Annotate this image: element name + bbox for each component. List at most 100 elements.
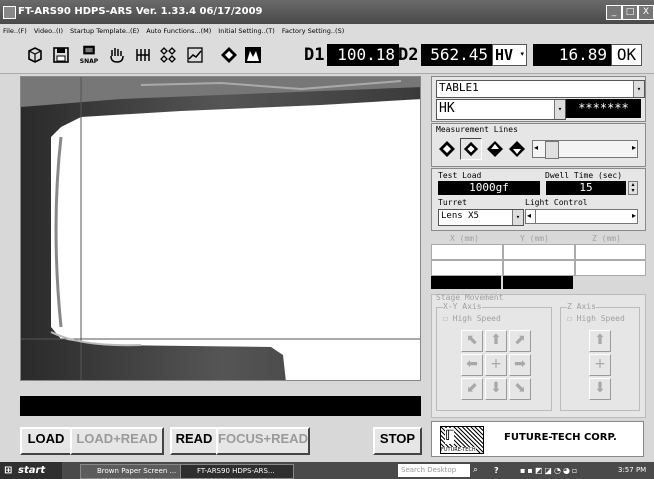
read-button[interactable]: READ bbox=[170, 427, 218, 455]
test-load-label: Test Load bbox=[438, 171, 482, 180]
menu-auto-functions[interactable]: Auto Functions...(M) bbox=[146, 27, 211, 35]
y-coord-field bbox=[503, 244, 575, 260]
diamond-up-icon[interactable] bbox=[486, 140, 504, 158]
load-read-button[interactable]: LOAD+READ bbox=[70, 427, 164, 455]
table-select[interactable]: TABLE1 ▾ bbox=[436, 80, 645, 98]
light-control-label: Light Control bbox=[525, 198, 588, 207]
arrow-right-icon[interactable]: ➡ bbox=[509, 354, 531, 376]
scroll-right-icon[interactable]: ▸ bbox=[632, 211, 636, 220]
d2-label: D2 bbox=[398, 45, 419, 65]
load-button[interactable]: LOAD bbox=[20, 427, 72, 455]
clock: 3:57 PM bbox=[618, 466, 647, 474]
minimize-button[interactable]: _ bbox=[606, 5, 622, 20]
search-icon[interactable]: ⌕ bbox=[473, 462, 478, 479]
menu-initial-setting[interactable]: Initial Setting..(T) bbox=[218, 27, 275, 35]
y-coord-display bbox=[503, 276, 573, 289]
save-icon[interactable] bbox=[50, 44, 72, 66]
camera-view[interactable] bbox=[20, 76, 421, 381]
z-high-speed-checkbox[interactable]: ☐ High Speed bbox=[567, 314, 625, 323]
turret-select[interactable]: Lens X5 ▾ bbox=[438, 209, 524, 226]
tray-icons[interactable]: ▪▪◩◪◔◕▫ bbox=[520, 462, 579, 479]
y-coord-field-2 bbox=[503, 260, 575, 276]
slider-thumb[interactable] bbox=[535, 210, 536, 223]
xy-high-speed-checkbox[interactable]: ☐ High Speed bbox=[443, 314, 501, 323]
menu-video[interactable]: Video..(I) bbox=[34, 27, 63, 35]
hardness-scale-select[interactable]: HK ▾ bbox=[436, 99, 566, 120]
arrow-down-icon[interactable]: ⬇ bbox=[485, 378, 507, 400]
slider-thumb[interactable] bbox=[545, 141, 559, 159]
stage-movement-title: Stage Movement bbox=[436, 293, 504, 302]
ok-indicator: OK bbox=[611, 44, 642, 66]
taskbar: ⊞ start Brown Paper Screen ... FT-ARS90 … bbox=[0, 462, 654, 479]
status-bar bbox=[20, 396, 421, 416]
d2-value: 562.45 bbox=[421, 44, 492, 66]
chevron-down-icon: ▾ bbox=[633, 81, 644, 97]
d1-label: D1 bbox=[304, 45, 325, 65]
taskbar-item-label: Brown Paper Screen ... bbox=[97, 467, 177, 475]
logo-small-text: FUTURE-TECH bbox=[441, 447, 476, 453]
dwell-time-value: 15 bbox=[546, 181, 626, 195]
x-coord-label: X (mm) bbox=[450, 234, 479, 243]
scroll-left-icon[interactable]: ◂ bbox=[534, 143, 538, 152]
help-icon[interactable]: ? bbox=[494, 462, 499, 479]
diamond-line-pressed-icon[interactable] bbox=[460, 138, 482, 160]
snap-icon[interactable]: SNAP bbox=[78, 44, 100, 66]
xy-high-speed-label: High Speed bbox=[452, 314, 501, 323]
arrow-up-left-icon[interactable]: ⬉ bbox=[461, 330, 483, 352]
comb-icon[interactable] bbox=[132, 44, 154, 66]
arrow-left-icon[interactable]: ⬅ bbox=[461, 354, 483, 376]
search-desktop-input[interactable]: Search Desktop bbox=[398, 464, 470, 477]
z-coord-field bbox=[575, 244, 646, 260]
start-label: start bbox=[18, 465, 46, 476]
maximize-button[interactable]: □ bbox=[622, 5, 638, 20]
window-title: FT-ARS90 HDPS-ARS Ver. 1.33.4 06/17/2009 bbox=[18, 6, 263, 17]
z-arrow-down-icon[interactable]: ⬇ bbox=[589, 378, 611, 400]
profile-icon[interactable] bbox=[242, 44, 264, 66]
arrow-up-right-icon[interactable]: ⬈ bbox=[509, 330, 531, 352]
arrow-up-icon[interactable]: ⬆ bbox=[485, 330, 507, 352]
chart-icon[interactable] bbox=[184, 44, 206, 66]
company-name: FUTURE-TECH CORP. bbox=[504, 432, 617, 443]
y-coord-label: Y (mm) bbox=[520, 234, 549, 243]
start-button[interactable]: ⊞ start bbox=[0, 462, 62, 479]
close-button[interactable]: X bbox=[638, 5, 654, 20]
scale-select-value: HV bbox=[495, 46, 514, 64]
open-icon[interactable] bbox=[24, 44, 46, 66]
taskbar-item-label: FT-ARS90 HDPS-ARS... bbox=[197, 467, 275, 475]
menu-startup-template[interactable]: Startup Template..(E) bbox=[70, 27, 139, 35]
chevron-down-icon: ▾ bbox=[554, 100, 565, 119]
hand-icon[interactable] bbox=[106, 44, 128, 66]
chevron-down-icon: ▾ bbox=[512, 210, 523, 225]
stop-button[interactable]: STOP bbox=[373, 427, 422, 455]
scale-select[interactable]: HV ▾ bbox=[492, 44, 527, 66]
table-select-value: TABLE1 bbox=[439, 81, 479, 94]
dwell-time-label: Dwell Time (sec) bbox=[545, 171, 623, 180]
diamond-down-icon[interactable] bbox=[508, 140, 526, 158]
line-slider[interactable]: ◂ ▸ bbox=[532, 140, 638, 159]
menu-file[interactable]: File..(F) bbox=[3, 27, 27, 35]
title-bar: FT-ARS90 HDPS-ARS Ver. 1.33.4 06/17/2009… bbox=[0, 0, 654, 24]
z-arrow-up-icon[interactable]: ⬆ bbox=[589, 330, 611, 352]
diamond-line-icon[interactable] bbox=[438, 140, 456, 158]
plus-icon[interactable]: + bbox=[485, 354, 507, 376]
x-coord-field bbox=[431, 244, 503, 260]
indent-diamond-icon[interactable] bbox=[218, 44, 240, 66]
focus-read-button[interactable]: FOCUS+READ bbox=[216, 427, 310, 455]
z-plus-icon[interactable]: + bbox=[589, 354, 611, 376]
z-coord-field-2 bbox=[575, 260, 646, 276]
scroll-left-icon[interactable]: ◂ bbox=[527, 211, 531, 220]
arrow-down-left-icon[interactable]: ⬋ bbox=[461, 378, 483, 400]
light-control-slider[interactable]: ◂ ▸ bbox=[525, 209, 638, 224]
z-high-speed-label: High Speed bbox=[576, 314, 625, 323]
menu-factory-setting[interactable]: Factory Setting..(S) bbox=[282, 27, 344, 35]
test-load-value: 1000gf bbox=[438, 181, 540, 195]
measurement-lines-title: Measurement Lines bbox=[436, 125, 518, 134]
dwell-time-spinner[interactable]: ▴ ▾ bbox=[628, 181, 638, 195]
scroll-right-icon[interactable]: ▸ bbox=[632, 143, 636, 152]
arrow-down-right-icon[interactable]: ⬊ bbox=[509, 378, 531, 400]
pattern-icon[interactable] bbox=[157, 44, 179, 66]
turret-value: Lens X5 bbox=[441, 211, 479, 221]
taskbar-item-ft-ars90[interactable]: FT-ARS90 HDPS-ARS... bbox=[180, 464, 294, 479]
app-icon bbox=[3, 6, 16, 19]
taskbar-item-brown-paper[interactable]: Brown Paper Screen ... bbox=[80, 464, 190, 479]
